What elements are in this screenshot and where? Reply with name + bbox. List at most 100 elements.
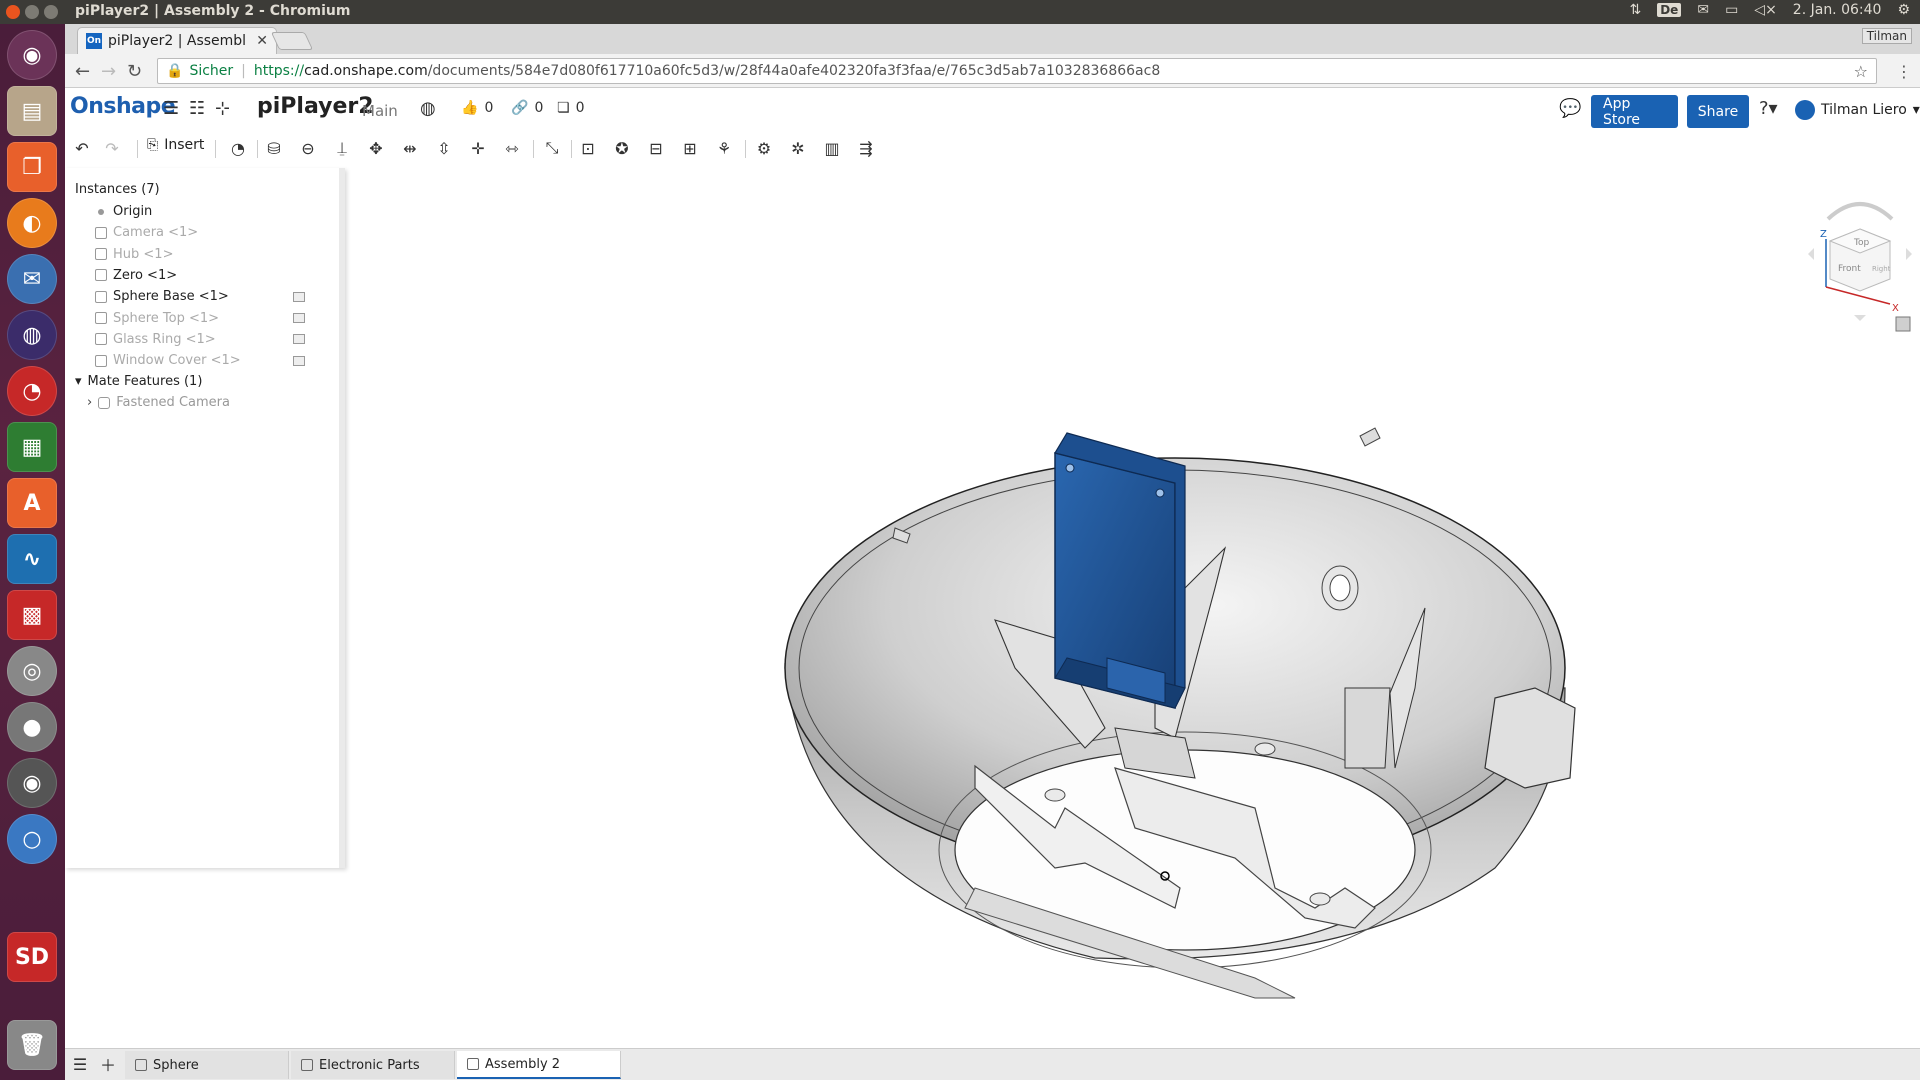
- close-window-button[interactable]: [6, 5, 20, 19]
- rotate-arc[interactable]: [1826, 202, 1894, 221]
- viewcube-right-label[interactable]: Right: [1872, 265, 1891, 273]
- hamburger-menu-icon[interactable]: ☰: [163, 98, 179, 119]
- instance-item[interactable]: Camera <1>: [95, 225, 305, 240]
- software-center-icon[interactable]: A: [7, 478, 57, 528]
- mate-feature-item[interactable]: › Fastened Camera: [87, 395, 230, 410]
- cylindrical-mate-icon[interactable]: ⇹: [397, 136, 423, 160]
- undo-icon[interactable]: ↶: [69, 136, 95, 160]
- dvd-app-icon[interactable]: ◎: [7, 646, 57, 696]
- links-counter[interactable]: 🔗 0: [511, 100, 543, 116]
- back-icon[interactable]: ←: [75, 61, 90, 82]
- clock[interactable]: 2. Jan. 06:40: [1793, 2, 1882, 18]
- volume-icon[interactable]: ◁×: [1754, 2, 1777, 18]
- help-icon[interactable]: ?▾: [1759, 98, 1778, 119]
- webcam-icon[interactable]: ◉: [7, 758, 57, 808]
- copies-counter[interactable]: ❏ 0: [557, 100, 584, 116]
- replicate-icon[interactable]: ⊞: [677, 136, 703, 160]
- onshape-logo[interactable]: Onshape: [70, 94, 176, 119]
- planar-mate-icon[interactable]: ✥: [363, 136, 389, 160]
- group-icon[interactable]: ⊡: [575, 136, 601, 160]
- close-tab-icon[interactable]: ✕: [256, 33, 268, 49]
- ball-mate-icon[interactable]: ✛: [465, 136, 491, 160]
- forward-icon[interactable]: →: [101, 61, 116, 82]
- chromium-icon[interactable]: ○: [7, 814, 57, 864]
- assembly-model-render[interactable]: [355, 168, 1920, 1048]
- browser-tab[interactable]: On piPlayer2 | Assembl ✕: [77, 27, 277, 54]
- instance-item[interactable]: Hub <1>: [95, 247, 305, 262]
- instance-item[interactable]: Glass Ring <1>: [95, 332, 305, 347]
- rotate-left-icon[interactable]: [1808, 248, 1814, 260]
- view-cube[interactable]: Top Front Right Z X: [1800, 179, 1920, 339]
- slider-mate-icon[interactable]: ⍊: [329, 136, 355, 160]
- profile-button[interactable]: Tilman: [1861, 28, 1912, 44]
- likes-counter[interactable]: 👍 0: [461, 100, 493, 116]
- rack-pinion-icon[interactable]: ✲: [785, 136, 811, 160]
- configuration-icon[interactable]: [293, 291, 305, 302]
- document-tab[interactable]: Sphere: [125, 1051, 289, 1079]
- view-options-icon[interactable]: [1895, 316, 1911, 332]
- settings-gear-icon[interactable]: ⚙: [1897, 2, 1910, 18]
- camera-part[interactable]: [1054, 432, 1186, 709]
- network-icon[interactable]: ⇅: [1629, 2, 1641, 18]
- history-icon[interactable]: ◔: [225, 136, 251, 160]
- feature-list-icon[interactable]: ☷: [189, 98, 205, 119]
- mate-connector-icon[interactable]: ✪: [609, 136, 635, 160]
- rotate-right-icon[interactable]: [1906, 248, 1912, 260]
- instances-header[interactable]: Instances (7): [75, 182, 160, 197]
- parallel-mate-icon[interactable]: ⇿: [499, 136, 525, 160]
- redo-icon[interactable]: ↷: [99, 136, 125, 160]
- thunderbird-icon[interactable]: ✉: [7, 254, 57, 304]
- trash-icon[interactable]: 🗑: [7, 1020, 57, 1070]
- system-monitor-icon[interactable]: ∿: [7, 534, 57, 584]
- graphics-viewport[interactable]: [355, 168, 1920, 1048]
- bookmark-star-icon[interactable]: ☆: [1854, 62, 1868, 81]
- tangent-mate-icon[interactable]: ⤡: [539, 136, 565, 160]
- minimize-window-button[interactable]: [25, 5, 39, 19]
- workspace-switcher-icon[interactable]: ❐: [7, 142, 57, 192]
- comments-icon[interactable]: 💬: [1559, 98, 1581, 119]
- spreadsheet-icon[interactable]: ▦: [7, 422, 57, 472]
- tab-filter-icon[interactable]: ☰: [67, 1052, 93, 1076]
- chevron-down-icon[interactable]: ▾: [75, 374, 82, 389]
- instance-item[interactable]: Sphere Top <1>: [95, 311, 305, 326]
- app-store-button[interactable]: App Store: [1591, 95, 1678, 128]
- reload-icon[interactable]: ↻: [127, 61, 142, 82]
- insert-button[interactable]: ⎘ Insert: [147, 137, 204, 153]
- instance-item[interactable]: Window Cover <1>: [95, 353, 305, 368]
- mate-features-header[interactable]: ▾ Mate Features (1): [75, 374, 202, 389]
- sd-card-icon[interactable]: SD: [7, 932, 57, 982]
- user-menu[interactable]: Tilman Liero ▾: [1795, 100, 1920, 120]
- linear-relation-icon[interactable]: ⇶: [853, 136, 879, 160]
- qr-app-icon[interactable]: ▩: [7, 590, 57, 640]
- eclipse-icon[interactable]: ◍: [7, 310, 57, 360]
- configuration-icon[interactable]: [293, 355, 305, 366]
- files-icon[interactable]: ▤: [7, 86, 57, 136]
- document-title[interactable]: piPlayer2: [257, 94, 374, 119]
- fastened-mate-icon[interactable]: ⛁: [261, 136, 287, 160]
- share-button[interactable]: Share: [1687, 95, 1749, 128]
- screw-relation-icon[interactable]: ▥: [819, 136, 845, 160]
- public-globe-icon[interactable]: ◍: [420, 98, 436, 119]
- rotate-down-icon[interactable]: [1854, 315, 1866, 321]
- new-tab-button[interactable]: [270, 32, 314, 50]
- disc-app-icon[interactable]: ●: [7, 702, 57, 752]
- gear-relation-icon[interactable]: ⚙: [751, 136, 777, 160]
- chevron-right-icon[interactable]: ›: [87, 395, 92, 410]
- instance-item[interactable]: Origin: [95, 204, 305, 219]
- viewcube-front-label[interactable]: Front: [1838, 264, 1861, 274]
- instance-item[interactable]: Sphere Base <1>: [95, 289, 305, 304]
- firefox-icon[interactable]: ◐: [7, 198, 57, 248]
- configuration-icon[interactable]: [293, 313, 305, 323]
- address-bar[interactable]: 🔒 Sicher | https://cad.onshape.com/docum…: [157, 58, 1877, 84]
- revolute-mate-icon[interactable]: ⊖: [295, 136, 321, 160]
- document-tab[interactable]: Assembly 2: [457, 1051, 621, 1079]
- add-tab-icon[interactable]: ＋: [95, 1052, 121, 1076]
- ubuntu-dash-icon[interactable]: ◉: [7, 30, 57, 80]
- branch-label[interactable]: Main: [362, 102, 398, 120]
- pattern-icon[interactable]: ⚘: [711, 136, 737, 160]
- add-part-icon[interactable]: ⊹: [215, 98, 230, 119]
- maximize-window-button[interactable]: [44, 5, 58, 19]
- mail-icon[interactable]: ✉: [1697, 2, 1709, 18]
- pin-slot-mate-icon[interactable]: ⇳: [431, 136, 457, 160]
- keyboard-layout-indicator[interactable]: De: [1657, 3, 1682, 17]
